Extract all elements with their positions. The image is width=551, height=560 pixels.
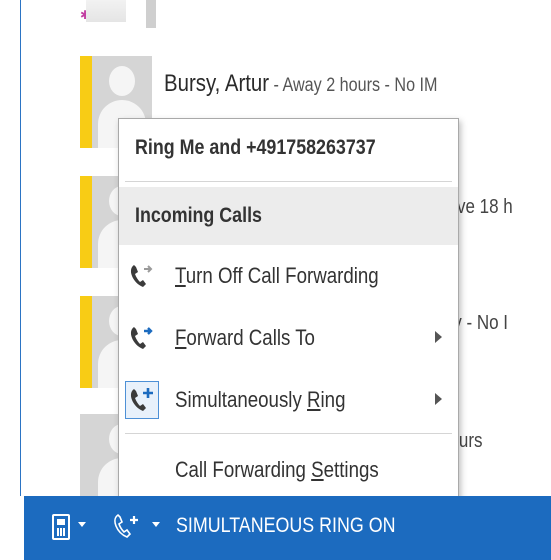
presence-bar (80, 414, 92, 496)
contact-name: Bursy, Artur (164, 70, 270, 97)
phone-forward-icon (125, 257, 159, 295)
menu-item-label: Forward Calls To (175, 325, 315, 350)
menu-item-simultaneously-ring[interactable]: Simultaneously Ring (119, 369, 458, 431)
contact-status: - Away 2 hours - No IM (269, 75, 438, 96)
chevron-right-icon (435, 393, 442, 405)
presence-bar (146, 0, 156, 28)
menu-separator (125, 433, 452, 434)
presence-bar (80, 176, 92, 268)
lync-window: ✱ Bursy, Artur - Away 2 hours - No IM ct… (0, 0, 551, 560)
presence-bar (80, 296, 92, 388)
phone-plus-icon (125, 381, 159, 419)
chevron-down-icon[interactable] (152, 522, 160, 527)
presence-bar (80, 56, 92, 148)
status-bar: SIMULTANEOUS RING ON (24, 496, 551, 560)
window-edge (20, 0, 21, 496)
menu-item-call-forwarding-settings[interactable]: Call Forwarding Settings (119, 439, 458, 501)
chevron-down-icon[interactable] (78, 522, 86, 527)
menu-separator (125, 181, 452, 182)
contact-label: Bursy, Artur - Away 2 hours - No IM (164, 70, 438, 98)
menu-item-turn-off-forwarding[interactable]: Turn Off Call Forwarding (119, 245, 458, 307)
phone-forward-icon (125, 319, 159, 357)
desk-phone-icon[interactable] (52, 514, 70, 540)
menu-item-label: Call Forwarding Settings (175, 457, 379, 482)
menu-item-label: Simultaneously Ring (175, 387, 346, 412)
forwarding-status-text[interactable]: SIMULTANEOUS RING ON (176, 514, 396, 538)
avatar (86, 0, 126, 22)
menu-section-incoming-calls: Incoming Calls (119, 187, 458, 245)
menu-header: Ring Me and +491758263737 (135, 136, 376, 159)
menu-item-label: Turn Off Call Forwarding (175, 263, 379, 288)
call-forwarding-status-icon[interactable] (110, 510, 144, 544)
chevron-right-icon (435, 331, 442, 343)
call-forwarding-menu: Ring Me and +491758263737 Incoming Calls… (118, 118, 459, 506)
menu-item-forward-calls-to[interactable]: Forward Calls To (119, 307, 458, 369)
